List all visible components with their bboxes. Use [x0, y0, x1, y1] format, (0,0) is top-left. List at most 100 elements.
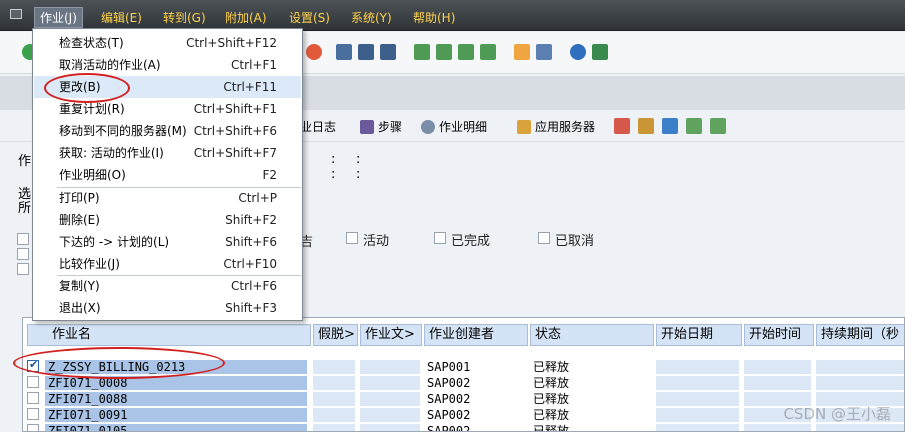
steps-button[interactable]: 步骤 — [360, 118, 402, 135]
steps-icon — [360, 119, 374, 134]
menu-goto[interactable]: 转到(G) — [163, 9, 206, 26]
creator-cell: SAP001 — [424, 360, 525, 374]
find-next-icon[interactable] — [380, 44, 396, 60]
row-checkbox[interactable] — [27, 376, 39, 388]
find-icon[interactable] — [358, 44, 374, 60]
app-server-button[interactable]: 应用服务器 — [517, 118, 595, 135]
shortcut-icon[interactable] — [536, 44, 552, 60]
server-icon — [517, 119, 531, 134]
row-checkbox[interactable] — [27, 408, 39, 420]
annotation-ring-change — [44, 73, 130, 103]
menu-item-label: 下达的 -> 计划的(L) — [59, 235, 170, 249]
sort-descending-icon[interactable] — [710, 118, 726, 134]
field-label-job: 作 — [18, 154, 32, 169]
layout-menu-icon[interactable] — [592, 44, 608, 60]
menu-item-delete[interactable]: 删除(E) Shift+F2 — [34, 209, 301, 231]
menu-item-shortcut: Ctrl+F11 — [223, 80, 277, 94]
job-details-button[interactable]: 作业明细 — [421, 118, 487, 135]
menu-item-move-server[interactable]: 移动到不同的服务器(M) Ctrl+Shift+F6 — [34, 120, 301, 142]
menu-item-exit[interactable]: 退出(X) Shift+F3 — [34, 297, 301, 319]
next-page-icon[interactable] — [458, 44, 474, 60]
menu-item-check-status[interactable]: 检查状态(T) Ctrl+Shift+F12 — [34, 32, 301, 54]
creator-cell: SAP002 — [424, 408, 525, 422]
status-checkbox-1[interactable] — [17, 233, 29, 245]
creator-cell: SAP002 — [424, 424, 525, 431]
steps-label: 步骤 — [378, 120, 403, 134]
menu-extras[interactable]: 附加(A) — [225, 9, 267, 26]
menu-item-shortcut: Ctrl+F1 — [231, 58, 277, 72]
column-job-doc[interactable]: 作业文> — [360, 324, 422, 346]
menu-settings[interactable]: 设置(S) — [289, 9, 330, 26]
menu-item-copy[interactable]: 复制(Y) Ctrl+F6 — [34, 275, 301, 297]
creator-cell: SAP002 — [424, 392, 525, 406]
magnifier-icon — [421, 119, 435, 134]
menu-item-print[interactable]: 打印(P) Ctrl+P — [34, 187, 301, 209]
start-date-cell — [656, 392, 739, 406]
table-icon[interactable] — [638, 118, 654, 134]
duration-cell — [816, 424, 904, 431]
create-session-icon[interactable] — [514, 44, 530, 60]
finished-checkbox[interactable] — [434, 232, 446, 244]
column-job-creator[interactable]: 作业创建者 — [424, 324, 528, 346]
active-checkbox[interactable] — [346, 232, 358, 244]
column-duration[interactable]: 持续期间（秒 — [816, 324, 904, 346]
row-checkbox[interactable] — [27, 392, 39, 404]
menu-bar: 作业(J) 编辑(E) 转到(G) 附加(A) 设置(S) 系统(Y) 帮助(H… — [0, 0, 905, 31]
job-doc-cell — [360, 376, 420, 390]
job-name-cell[interactable]: ZFI071_0091 — [45, 408, 307, 422]
column-status[interactable]: 状态 — [530, 324, 654, 346]
filter-icon[interactable] — [662, 118, 678, 134]
cancelled-checkbox[interactable] — [538, 232, 550, 244]
column-start-date[interactable]: 开始日期 — [656, 324, 742, 346]
start-date-cell — [656, 360, 739, 374]
menu-item-released-to-scheduled[interactable]: 下达的 -> 计划的(L) Shift+F6 — [34, 231, 301, 253]
spool-cell — [313, 376, 355, 390]
menu-item-label: 打印(P) — [59, 191, 100, 205]
start-time-cell — [744, 424, 811, 431]
sap-window: 作业(J) 编辑(E) 转到(G) 附加(A) 设置(S) 系统(Y) 帮助(H… — [0, 0, 905, 432]
menu-item-label: 检查状态(T) — [59, 36, 124, 50]
active-label: 活动 — [363, 234, 390, 249]
system-menu-icon[interactable] — [10, 9, 22, 19]
row-checkbox[interactable] — [27, 424, 39, 431]
start-time-cell — [744, 360, 811, 374]
menu-help[interactable]: 帮助(H) — [413, 9, 455, 26]
colon-2: : — [356, 152, 361, 167]
status-cell: 已释放 — [530, 392, 651, 406]
menu-system[interactable]: 系统(Y) — [351, 9, 392, 26]
duration-cell — [816, 360, 904, 374]
menu-item-label: 获取: 活动的作业(I) — [59, 146, 164, 160]
menu-job[interactable]: 作业(J) — [34, 7, 83, 28]
menu-item-shortcut: Shift+F3 — [225, 301, 277, 315]
status-cell: 已释放 — [530, 376, 651, 390]
menu-item-shortcut: Ctrl+F6 — [231, 279, 277, 293]
job-dropdown-menu: 检查状态(T) Ctrl+Shift+F12 取消活动的作业(A) Ctrl+F1 … — [32, 28, 303, 321]
column-start-time[interactable]: 开始时间 — [744, 324, 814, 346]
menu-item-shortcut: Ctrl+P — [238, 191, 277, 205]
menu-item-label: 复制(Y) — [59, 279, 100, 293]
menu-item-label: 退出(X) — [59, 301, 101, 315]
menu-item-compare-jobs[interactable]: 比较作业(J) Ctrl+F10 — [34, 253, 301, 275]
menu-item-job-details[interactable]: 作业明细(O) F2 — [34, 164, 301, 186]
cancel-icon[interactable] — [306, 44, 322, 60]
column-job-name[interactable]: 作业名 — [27, 324, 311, 346]
column-spool[interactable]: 假脱> — [313, 324, 358, 346]
sort-ascending-icon[interactable] — [686, 118, 702, 134]
job-name-cell[interactable]: ZFI071_0088 — [45, 392, 307, 406]
first-page-icon[interactable] — [414, 44, 430, 60]
job-details-label: 作业明细 — [439, 120, 488, 134]
annotation-ring-row — [13, 347, 225, 379]
job-name-cell[interactable]: ZFI071_0105 — [45, 424, 307, 431]
help-icon[interactable] — [570, 44, 586, 60]
job-log-button[interactable]: 业日志 — [300, 118, 336, 135]
field-label-all: 所 — [18, 201, 32, 216]
cancelled-label: 已取消 — [555, 234, 595, 249]
print-icon[interactable] — [336, 44, 352, 60]
previous-page-icon[interactable] — [436, 44, 452, 60]
menu-edit[interactable]: 编辑(E) — [101, 9, 142, 26]
last-page-icon[interactable] — [480, 44, 496, 60]
status-checkbox-3[interactable] — [17, 263, 29, 275]
edit-icon[interactable] — [614, 118, 630, 134]
menu-item-capture-active-job[interactable]: 获取: 活动的作业(I) Ctrl+Shift+F7 — [34, 142, 301, 164]
status-checkbox-2[interactable] — [17, 248, 29, 260]
